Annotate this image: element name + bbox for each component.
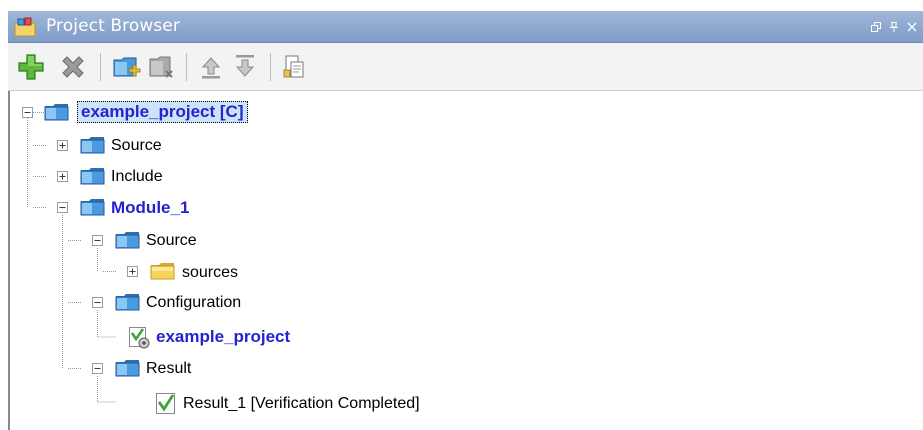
collapse-icon[interactable] <box>57 202 68 213</box>
copy-icon[interactable] <box>280 52 310 82</box>
expand-icon[interactable] <box>57 171 68 182</box>
panel-title: Project Browser <box>46 16 180 36</box>
project-browser-icon <box>14 17 36 37</box>
folder-icon <box>115 231 141 250</box>
arrow-up-icon[interactable] <box>196 52 226 82</box>
folder-add-icon[interactable] <box>111 52 141 82</box>
configuration-file-icon <box>129 327 150 349</box>
toolbar-separator <box>186 53 187 81</box>
tree-node-configuration[interactable]: Configuration <box>10 290 410 316</box>
tree-node-source[interactable]: Source <box>10 133 410 159</box>
tree-node-result[interactable]: Result <box>10 356 410 382</box>
collapse-icon[interactable] <box>92 363 103 374</box>
tree-label-source: Source <box>111 137 162 154</box>
folder-icon <box>80 136 106 155</box>
toolbar-separator <box>100 53 101 81</box>
folder-icon <box>115 359 141 378</box>
tree-label-include: Include <box>111 168 163 185</box>
green-plus-icon[interactable] <box>16 52 46 82</box>
collapse-icon[interactable] <box>92 235 103 246</box>
tree-node-include[interactable]: Include <box>10 164 410 190</box>
folder-icon <box>115 293 141 312</box>
tree-label-result-item: Result_1 [Verification Completed] <box>183 395 420 412</box>
check-result-icon <box>156 393 175 414</box>
toolbar-separator <box>270 53 271 81</box>
tree-label-configuration: Configuration <box>146 294 242 311</box>
folder-icon <box>80 198 106 217</box>
tree-node-sources[interactable]: sources <box>10 259 410 285</box>
collapse-icon[interactable] <box>22 107 33 118</box>
folder-remove-icon[interactable] <box>146 52 176 82</box>
toolbar <box>8 43 923 91</box>
tree-node-module-source[interactable]: Source <box>10 228 410 254</box>
restore-icon[interactable] <box>870 21 882 35</box>
pin-icon[interactable] <box>888 21 900 35</box>
expand-icon[interactable] <box>127 266 138 277</box>
panel-titlebar: Project Browser <box>8 11 923 43</box>
tree-node-root[interactable]: example_project [C] <box>10 100 410 126</box>
expand-icon[interactable] <box>57 140 68 151</box>
arrow-down-icon[interactable] <box>230 52 260 82</box>
project-tree: example_project [C] Source Include Modul… <box>8 91 923 430</box>
tree-label-root: example_project [C] <box>77 101 248 123</box>
tree-label-sources: sources <box>182 264 239 281</box>
tree-label-module: Module_1 <box>111 198 190 217</box>
tree-node-result-item[interactable]: Result_1 [Verification Completed] <box>10 390 430 416</box>
tree-node-module[interactable]: Module_1 <box>10 195 410 221</box>
folder-icon <box>150 262 176 281</box>
tree-label-module-source: Source <box>146 232 197 249</box>
tree-label-result: Result <box>146 360 192 377</box>
folder-icon <box>44 103 70 122</box>
tree-label-config-item: example_project <box>156 327 291 346</box>
folder-icon <box>80 167 106 186</box>
collapse-icon[interactable] <box>92 297 103 308</box>
gray-x-icon[interactable] <box>58 52 88 82</box>
tree-node-config-item[interactable]: example_project <box>10 324 410 350</box>
close-icon[interactable] <box>906 21 918 35</box>
